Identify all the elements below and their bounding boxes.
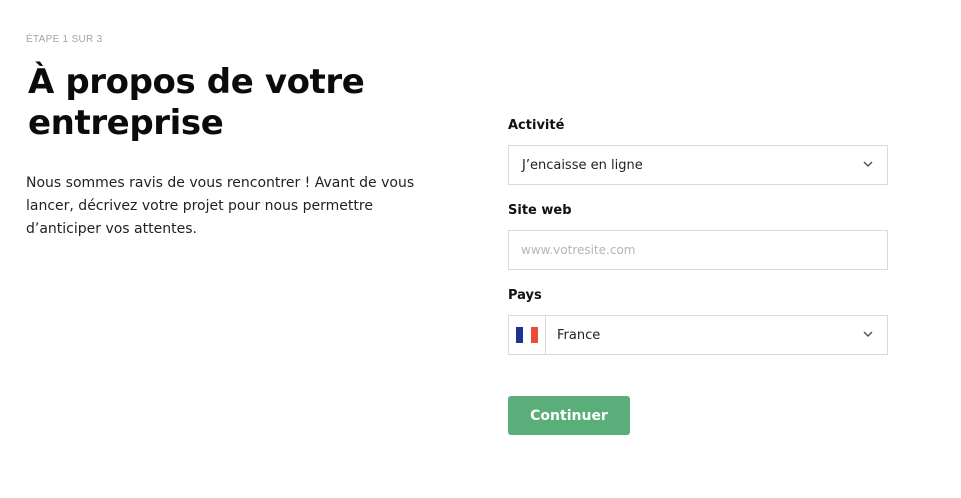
chevron-down-icon[interactable] [862, 158, 874, 170]
website-input-wrapper [508, 230, 888, 270]
website-label: Site web [508, 203, 572, 218]
activity-select-value: J’encaisse en ligne [522, 157, 643, 173]
activity-label: Activité [508, 118, 565, 133]
flag-white-stripe [523, 327, 531, 343]
activity-field: Activité J’encaisse en ligne [508, 118, 888, 185]
continue-button[interactable]: Continuer [508, 396, 630, 435]
website-input[interactable] [509, 231, 887, 269]
country-select[interactable]: France [508, 315, 888, 355]
step-indicator: ÉTAPE 1 SUR 3 [26, 34, 103, 45]
country-label: Pays [508, 288, 542, 303]
flag-blue-stripe [516, 327, 524, 343]
website-field: Site web [508, 203, 888, 270]
page-title: À propos de votre entreprise [28, 62, 365, 143]
country-field: Pays France [508, 288, 888, 355]
country-select-value: France [557, 327, 601, 343]
business-form: Activité J’encaisse en ligne Site web Pa… [508, 118, 888, 435]
france-flag-icon [516, 327, 538, 343]
onboarding-page: ÉTAPE 1 SUR 3 À propos de votre entrepri… [0, 0, 961, 498]
flag-red-stripe [530, 327, 538, 343]
activity-select[interactable]: J’encaisse en ligne [508, 145, 888, 185]
intro-section: ÉTAPE 1 SUR 3 À propos de votre entrepri… [26, 30, 456, 241]
flag-cell [509, 316, 546, 354]
chevron-down-icon[interactable] [862, 328, 874, 340]
intro-text: Nous sommes ravis de vous rencontrer ! A… [26, 175, 415, 237]
